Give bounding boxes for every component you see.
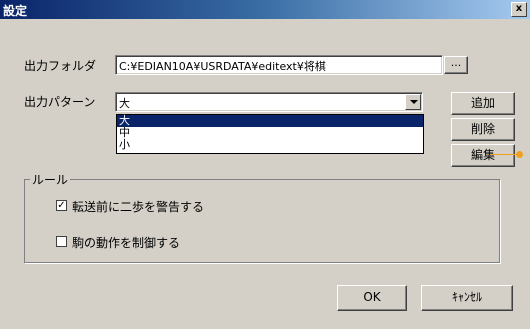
control-piece-checkbox[interactable] bbox=[56, 236, 67, 247]
output-folder-input[interactable]: C:¥EDIAN10A¥USRDATA¥editext¥将棋 bbox=[115, 55, 443, 75]
output-pattern-selected: 大 bbox=[119, 97, 130, 110]
control-piece-label[interactable]: 駒の動作を制御する bbox=[72, 234, 180, 251]
output-folder-value: C:¥EDIAN10A¥USRDATA¥editext¥将棋 bbox=[119, 60, 326, 73]
ok-button[interactable]: OK bbox=[337, 285, 407, 311]
pattern-dropdown-list[interactable]: 大 中 小 bbox=[116, 114, 424, 154]
cancel-button[interactable]: ｷｬﾝｾﾙ bbox=[421, 285, 513, 311]
window-title: 設定 bbox=[3, 4, 28, 18]
browse-button[interactable]: ... bbox=[444, 56, 468, 74]
title-bar: 設定 x bbox=[0, 0, 530, 19]
pattern-option-small[interactable]: 小 bbox=[117, 139, 423, 151]
rules-group-label: ルール bbox=[30, 171, 71, 188]
output-pattern-select[interactable]: 大 bbox=[115, 92, 423, 112]
annotation-dot bbox=[516, 151, 523, 158]
warn-two-steps-checkbox[interactable]: ✓ bbox=[56, 200, 67, 211]
edit-button[interactable]: 編集 bbox=[451, 144, 515, 167]
output-pattern-label: 出力パターン bbox=[24, 95, 96, 109]
output-folder-label: 出力フォルダ bbox=[24, 59, 97, 73]
delete-button[interactable]: 削除 bbox=[451, 118, 515, 141]
chevron-down-icon[interactable] bbox=[405, 94, 421, 110]
pattern-option-large[interactable]: 大 bbox=[117, 115, 423, 127]
pattern-option-medium[interactable]: 中 bbox=[117, 127, 423, 139]
warn-two-steps-label[interactable]: 転送前に二歩を警告する bbox=[72, 198, 204, 215]
add-button[interactable]: 追加 bbox=[451, 92, 515, 115]
close-button[interactable]: x bbox=[511, 2, 527, 17]
